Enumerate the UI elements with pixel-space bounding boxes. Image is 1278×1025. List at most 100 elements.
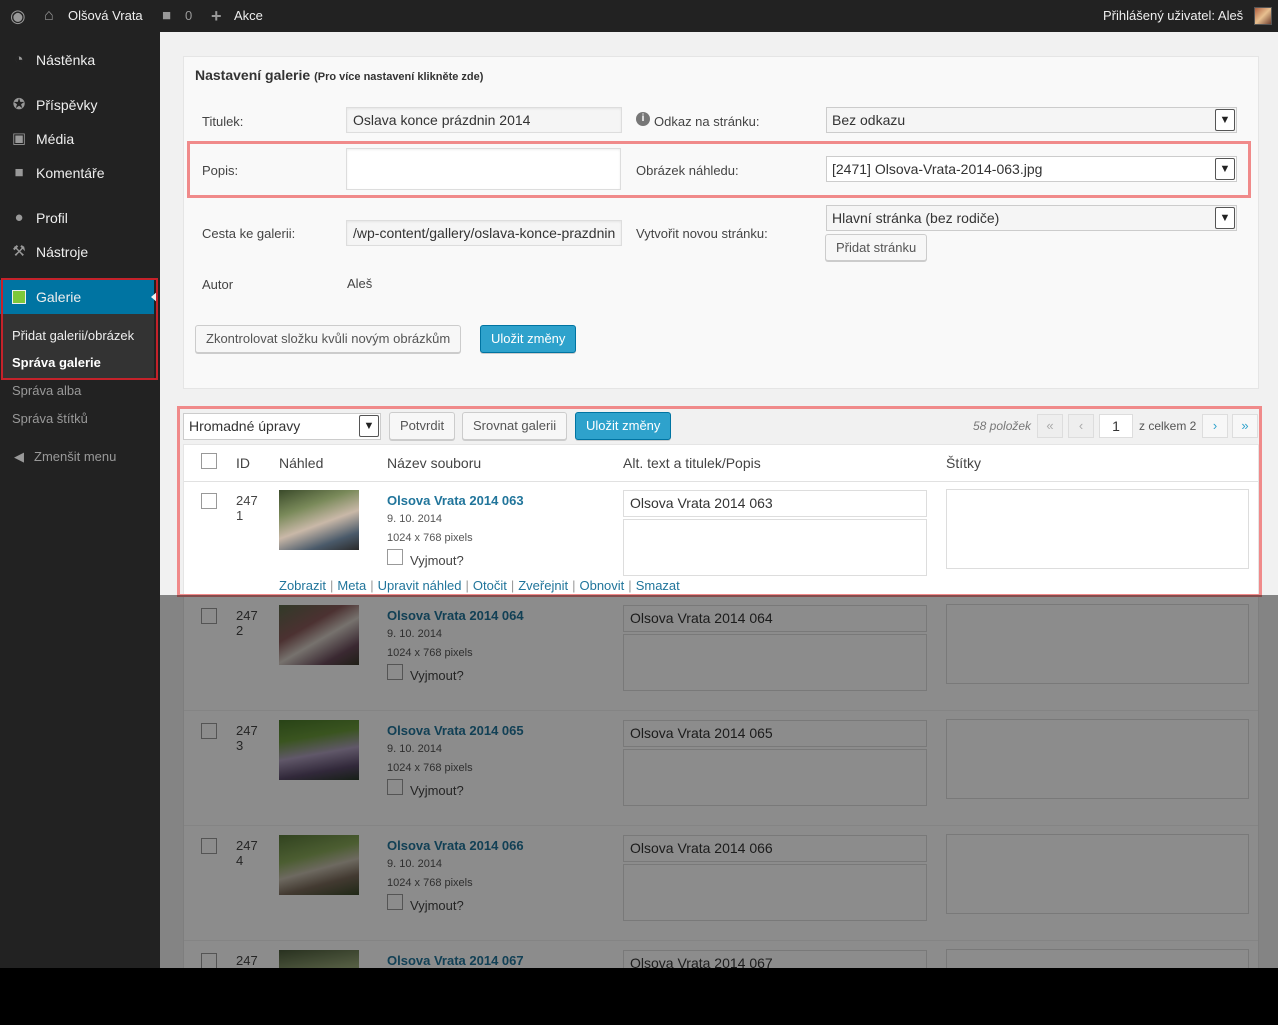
first-page-button[interactable]: « xyxy=(1037,414,1063,438)
row-checkbox[interactable] xyxy=(201,723,217,739)
next-page-button[interactable]: › xyxy=(1202,414,1228,438)
sort-gallery-button[interactable]: Srovnat galerii xyxy=(462,412,568,440)
sidebar-item-profile[interactable]: ● Profil xyxy=(0,201,160,235)
exclude-checkbox[interactable] xyxy=(387,549,403,565)
submenu-manage-gallery[interactable]: Správa galerie xyxy=(12,355,101,370)
tags-textarea[interactable] xyxy=(946,834,1249,914)
user-icon: ● xyxy=(14,209,24,226)
row-checkbox[interactable] xyxy=(201,493,217,509)
image-filename-link[interactable]: Olsova Vrata 2014 067 xyxy=(387,953,524,968)
row-divider xyxy=(184,940,1258,941)
submenu-manage-album[interactable]: Správa alba xyxy=(12,383,81,398)
tags-textarea[interactable] xyxy=(946,949,1249,968)
sidebar-item-gallery[interactable]: Galerie xyxy=(0,280,154,314)
action-restore-link[interactable]: Obnovit xyxy=(579,578,624,593)
image-thumbnail[interactable] xyxy=(279,835,359,895)
comment-bubble-icon[interactable]: ■ xyxy=(162,0,171,32)
scan-folder-button[interactable]: Zkontrolovat složku kvůli novým obrázkům xyxy=(195,325,462,353)
chevron-down-icon: ▼ xyxy=(1215,158,1235,180)
comments-count[interactable]: 0 xyxy=(185,0,192,32)
image-filename-link[interactable]: Olsova Vrata 2014 063 xyxy=(387,493,524,508)
action-delete-link[interactable]: Smazat xyxy=(636,578,680,593)
col-header-filename[interactable]: Název souboru xyxy=(387,455,481,471)
sidebar-item-tools[interactable]: ⚒ Nástroje xyxy=(0,235,160,269)
user-greeting[interactable]: Přihlášený uživatel: Aleš xyxy=(1103,0,1243,32)
sidebar-item-dashboard[interactable]: ◔ Nástěnka xyxy=(0,43,160,77)
tags-textarea[interactable] xyxy=(946,489,1249,569)
alt-text-input[interactable]: Olsova Vrata 2014 067 xyxy=(623,950,927,968)
add-page-button[interactable]: Přidat stránku xyxy=(825,234,928,261)
pin-icon: ✪ xyxy=(12,96,26,113)
prev-page-button[interactable]: ‹ xyxy=(1068,414,1094,438)
title-input[interactable]: Oslava konce prázdnin 2014 xyxy=(346,107,622,133)
save-table-button[interactable]: Uložit změny xyxy=(575,412,672,440)
select-all-checkbox[interactable] xyxy=(201,453,217,469)
description-textarea[interactable] xyxy=(346,148,621,190)
row-checkbox[interactable] xyxy=(201,953,217,968)
col-header-alt-text[interactable]: Alt. text a titulek/Popis xyxy=(623,455,761,471)
link-page-select[interactable]: Bez odkazu ▼ xyxy=(826,107,1237,133)
image-date: 9. 10. 2014 xyxy=(387,628,443,640)
preview-image-select[interactable]: [2471] Olsova-Vrata-2014-063.jpg ▼ xyxy=(826,156,1237,182)
description-textarea[interactable] xyxy=(623,749,927,806)
alt-text-input[interactable]: Olsova Vrata 2014 063 xyxy=(623,490,927,517)
exclude-checkbox[interactable] xyxy=(387,779,403,795)
tags-textarea[interactable] xyxy=(946,719,1249,799)
gallery-path-input[interactable]: /wp-content/gallery/oslava-konce-prazdni… xyxy=(346,220,622,246)
action-publish-link[interactable]: Zveřejnit xyxy=(518,578,568,593)
row-divider xyxy=(184,595,1258,596)
alt-text-input[interactable]: Olsova Vrata 2014 064 xyxy=(623,605,927,632)
image-thumbnail[interactable] xyxy=(279,490,359,550)
black-bar xyxy=(0,968,1278,1025)
header-divider xyxy=(184,481,1258,482)
action-edit-thumb-link[interactable]: Upravit náhled xyxy=(378,578,462,593)
description-textarea[interactable] xyxy=(623,634,927,691)
submenu-add-gallery[interactable]: Přidat galerii/obrázek xyxy=(12,328,134,343)
description-textarea[interactable] xyxy=(623,519,927,576)
apply-bulk-button[interactable]: Potvrdit xyxy=(389,412,456,440)
col-header-id[interactable]: ID xyxy=(236,455,250,471)
action-view-link[interactable]: Zobrazit xyxy=(279,578,326,593)
exclude-checkbox[interactable] xyxy=(387,894,403,910)
image-filename-link[interactable]: Olsova Vrata 2014 065 xyxy=(387,723,524,738)
exclude-checkbox[interactable] xyxy=(387,664,403,680)
collapse-menu-button[interactable]: ◀ Zmenšit menu xyxy=(0,440,160,474)
gallery-icon xyxy=(12,290,26,304)
sidebar-item-comments[interactable]: ■ Komentáře xyxy=(0,156,160,190)
image-thumbnail[interactable] xyxy=(279,720,359,780)
current-menu-pointer xyxy=(151,291,158,303)
wordpress-logo-icon[interactable]: ◉ xyxy=(10,0,26,32)
save-settings-button[interactable]: Uložit změny xyxy=(480,325,577,353)
bulk-actions-select[interactable]: Hromadné úpravy ▼ xyxy=(183,413,381,440)
image-thumbnail[interactable] xyxy=(279,605,359,665)
settings-title[interactable]: Nastavení galerie (Pro více nastavení kl… xyxy=(195,67,483,83)
col-header-thumbnail: Náhled xyxy=(279,455,324,471)
current-page-input[interactable]: 1 xyxy=(1099,414,1133,438)
action-meta-link[interactable]: Meta xyxy=(337,578,366,593)
sidebar-item-media[interactable]: ▣ Média xyxy=(0,122,160,156)
sidebar-item-posts[interactable]: ✪ Příspěvky xyxy=(0,88,160,122)
image-filename-link[interactable]: Olsova Vrata 2014 064 xyxy=(387,608,524,623)
plus-icon[interactable]: + xyxy=(211,0,222,32)
last-page-button[interactable]: » xyxy=(1232,414,1258,438)
author-label: Autor xyxy=(202,277,234,292)
new-content-link[interactable]: Akce xyxy=(234,0,263,32)
description-textarea[interactable] xyxy=(623,864,927,921)
avatar[interactable] xyxy=(1254,7,1272,25)
site-name-link[interactable]: Olšová Vrata xyxy=(68,0,143,32)
image-filename-link[interactable]: Olsova Vrata 2014 066 xyxy=(387,838,524,853)
row-checkbox[interactable] xyxy=(201,608,217,624)
tags-textarea[interactable] xyxy=(946,604,1249,684)
home-icon[interactable]: ⌂ xyxy=(44,0,54,32)
main-content: Nastavení galerie (Pro více nastavení kl… xyxy=(160,32,1278,968)
submenu-manage-tags[interactable]: Správa štítků xyxy=(12,411,88,426)
alt-text-input[interactable]: Olsova Vrata 2014 065 xyxy=(623,720,927,747)
row-checkbox[interactable] xyxy=(201,838,217,854)
image-thumbnail[interactable] xyxy=(279,950,359,968)
alt-text-input[interactable]: Olsova Vrata 2014 066 xyxy=(623,835,927,862)
page-total: z celkem 2 xyxy=(1139,419,1197,433)
action-rotate-link[interactable]: Otočit xyxy=(473,578,507,593)
parent-page-select[interactable]: Hlavní stránka (bez rodiče) ▼ xyxy=(826,205,1237,231)
admin-bar: ◉ ⌂ Olšová Vrata ■ 0 + Akce Přihlášený u… xyxy=(0,0,1278,32)
info-icon[interactable]: i xyxy=(636,112,650,126)
